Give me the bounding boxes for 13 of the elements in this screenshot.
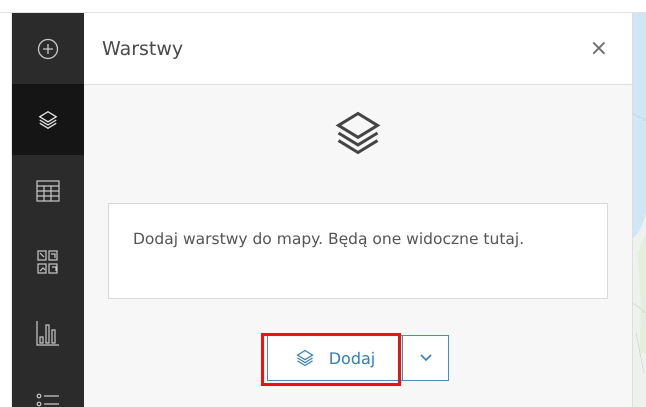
panel-title: Warstwy: [102, 38, 184, 60]
close-button[interactable]: ×: [590, 36, 608, 61]
add-button[interactable]: Dodaj: [267, 335, 403, 381]
plus-circle-icon: [37, 38, 59, 60]
chevron-down-icon: [420, 354, 432, 362]
layers-icon: [294, 348, 315, 368]
sidebar-item[interactable]: [12, 84, 84, 155]
table-icon: [36, 180, 60, 202]
empty-message: Dodaj warstwy do mapy. Będą one widoczne tutaj.: [108, 203, 608, 299]
dropdown-button[interactable]: [403, 335, 449, 381]
layers-icon: [37, 108, 59, 130]
widgets-icon: [37, 250, 59, 274]
bar-chart-icon: [36, 320, 60, 346]
